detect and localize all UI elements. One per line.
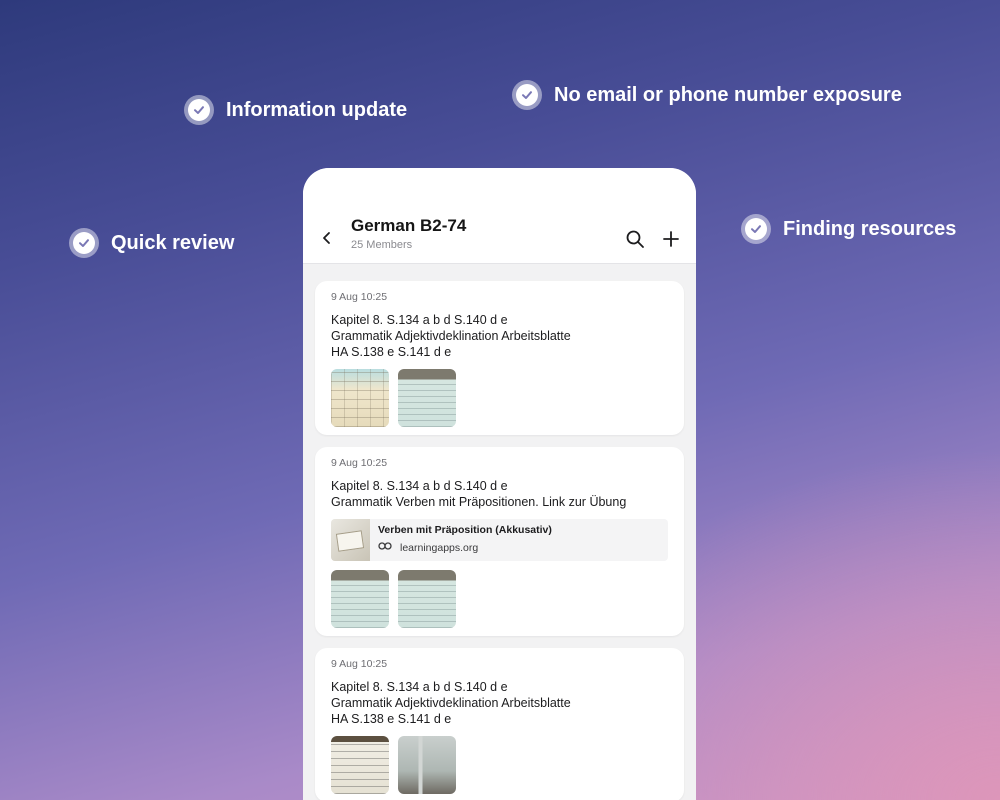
post-timestamp: 9 Aug 10:25	[331, 457, 388, 469]
member-count: 25 Members	[351, 239, 413, 251]
post-text-line: Kapitel 8. S.134 a b d S.140 d e	[331, 680, 508, 694]
attachment-image[interactable]	[398, 369, 456, 427]
check-circle-icon	[512, 80, 542, 110]
chevron-left-icon[interactable]	[319, 230, 335, 246]
phone-screen: German B2-74 25 Members 9 Aug 10:25 Kapi…	[303, 168, 696, 800]
post-timestamp: 9 Aug 10:25	[331, 658, 388, 670]
chat-header: German B2-74 25 Members	[303, 168, 696, 264]
attachment-image[interactable]	[331, 736, 389, 794]
post-text-line: Grammatik Verben mit Präpositionen. Link…	[331, 495, 627, 509]
link-url-row: learningapps.org	[378, 541, 552, 554]
post-text-line: Kapitel 8. S.134 a b d S.140 d e	[331, 479, 508, 493]
feature-quick-review: Quick review	[69, 228, 234, 258]
post-text-line: Grammatik Adjektivdeklination Arbeitsbla…	[331, 696, 571, 710]
attachment-image[interactable]	[331, 570, 389, 628]
attachment-image[interactable]	[398, 570, 456, 628]
post-text-line: Kapitel 8. S.134 a b d S.140 d e	[331, 313, 508, 327]
link-thumbnail	[331, 519, 370, 561]
post-text-line: Grammatik Adjektivdeklination Arbeitsbla…	[331, 329, 571, 343]
post-text-line: HA S.138 e S.141 d e	[331, 345, 452, 359]
attachment-list	[331, 369, 668, 427]
link-preview-body: Verben mit Präposition (Akkusativ) learn…	[370, 519, 560, 561]
post-feed: 9 Aug 10:25 Kapitel 8. S.134 a b d S.140…	[315, 281, 684, 800]
feature-finding-resources: Finding resources	[741, 214, 956, 244]
post-timestamp: 9 Aug 10:25	[331, 291, 388, 303]
search-icon[interactable]	[625, 229, 645, 249]
plus-icon[interactable]	[661, 229, 681, 249]
feature-label: Quick review	[111, 231, 235, 254]
check-circle-icon	[69, 228, 99, 258]
group-title: German B2-74	[351, 216, 467, 235]
feature-label: No email or phone number exposure	[554, 83, 902, 106]
check-circle-icon	[184, 95, 214, 125]
post-card[interactable]: 9 Aug 10:25 Kapitel 8. S.134 a b d S.140…	[315, 447, 684, 636]
link-url: learningapps.org	[400, 541, 479, 554]
feature-information-update: Information update	[184, 95, 407, 125]
feature-no-exposure: No email or phone number exposure	[512, 80, 902, 110]
attachment-image[interactable]	[331, 369, 389, 427]
post-card[interactable]: 9 Aug 10:25 Kapitel 8. S.134 a b d S.140…	[315, 281, 684, 435]
link-preview[interactable]: Verben mit Präposition (Akkusativ) learn…	[331, 519, 668, 561]
check-circle-icon	[741, 214, 771, 244]
attachment-image[interactable]	[398, 736, 456, 794]
feature-label: Finding resources	[783, 217, 957, 240]
attachment-list	[331, 736, 668, 794]
post-card[interactable]: 9 Aug 10:25 Kapitel 8. S.134 a b d S.140…	[315, 648, 684, 800]
feature-label: Information update	[226, 98, 408, 121]
attachment-list	[331, 570, 668, 628]
post-text-line: HA S.138 e S.141 d e	[331, 712, 452, 726]
link-title: Verben mit Präposition (Akkusativ)	[378, 524, 552, 536]
link-icon	[378, 541, 392, 554]
